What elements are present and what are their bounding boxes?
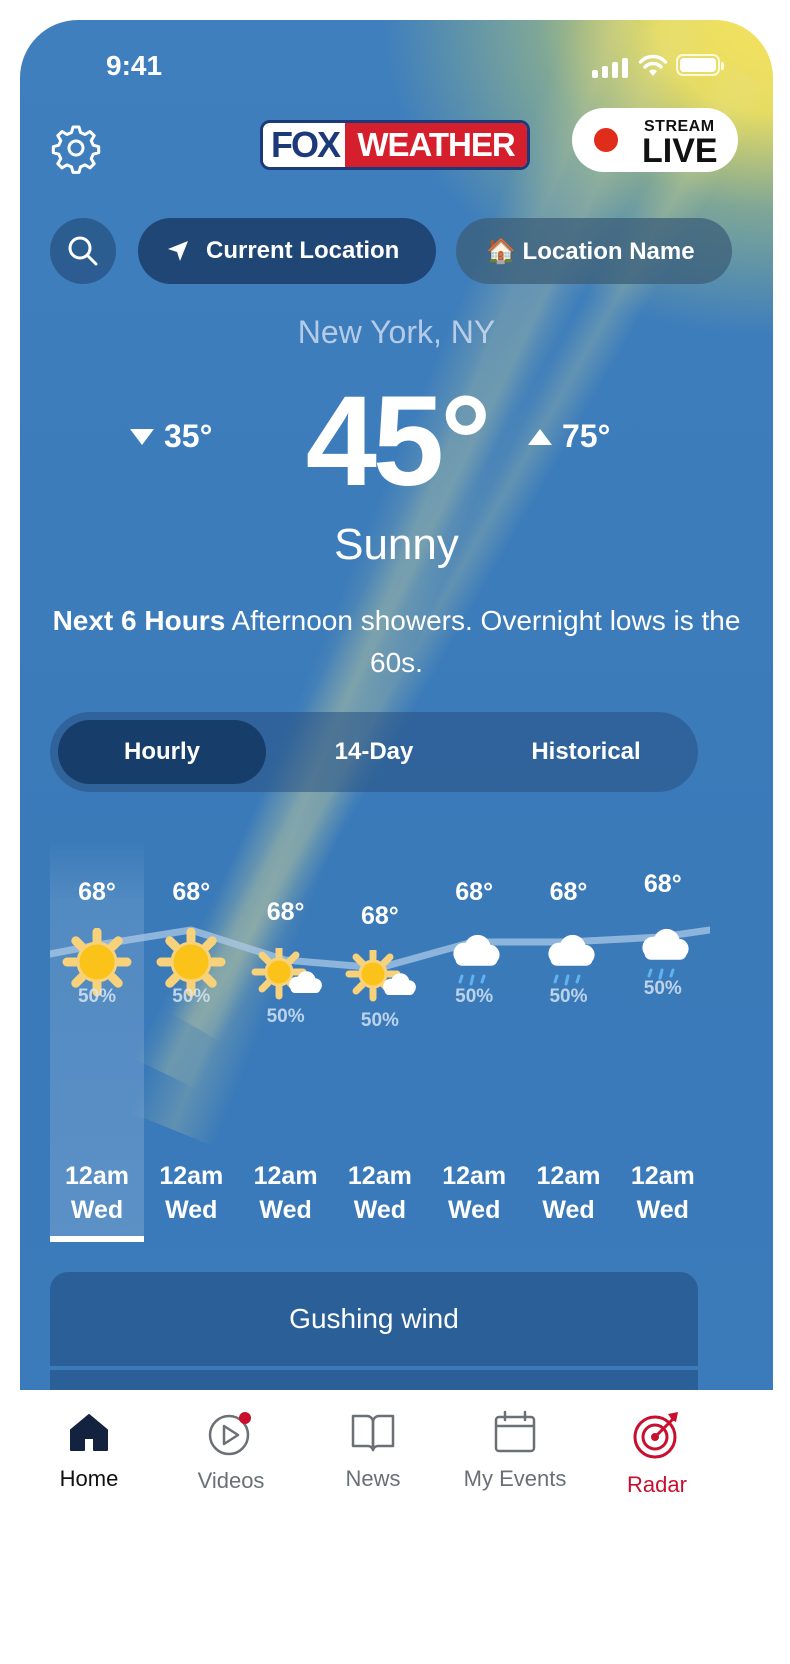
weather-screen: 9:41 FOX WEATHER STREAM LIVE Current Loc… bbox=[20, 20, 773, 1480]
hourly-day: Wed bbox=[542, 1196, 595, 1224]
hourly-temp: 68° bbox=[643, 870, 682, 898]
hourly-precip: 50% bbox=[643, 978, 682, 999]
location-name-label: 🏠 Location Name bbox=[486, 237, 695, 265]
location-arrow-icon bbox=[168, 241, 188, 261]
logo-fox-text: FOX bbox=[263, 124, 346, 166]
nav-home[interactable]: Home bbox=[19, 1410, 159, 1492]
nav-news-label: News bbox=[345, 1466, 401, 1491]
gushing-wind-card[interactable]: Gushing wind bbox=[50, 1272, 698, 1366]
videos-play-icon bbox=[208, 1412, 251, 1456]
hourly-column[interactable]: 68° 50% 12am Wed bbox=[616, 840, 710, 1240]
bottom-navigation: Home Videos News My Events Radar bbox=[0, 1390, 790, 1664]
clock: 9:41 bbox=[106, 50, 163, 81]
hourly-precip: 50% bbox=[77, 986, 117, 1007]
hourly-temp: 68° bbox=[360, 902, 399, 930]
hourly-precip: 50% bbox=[266, 1006, 305, 1027]
nav-home-label: Home bbox=[59, 1466, 119, 1491]
hourly-temp: 68° bbox=[172, 878, 211, 906]
hourly-precip: 50% bbox=[455, 986, 494, 1007]
up-arrow-icon bbox=[528, 428, 552, 445]
news-book-icon bbox=[351, 1414, 395, 1452]
cellular-signal-icon bbox=[592, 58, 628, 78]
nav-news[interactable]: News bbox=[303, 1410, 443, 1492]
hourly-forecast: 68° 50% 12am Wed 68° 50% 12am Wed 68° 50% 12am Wed… bbox=[50, 840, 710, 1242]
hourly-time: 12am bbox=[536, 1162, 601, 1190]
current-location-label: Current Location bbox=[206, 237, 400, 264]
hourly-day: Wed bbox=[259, 1196, 312, 1224]
hourly-column[interactable]: 68° 50% 12am Wed bbox=[239, 840, 333, 1240]
hourly-precip: 50% bbox=[360, 1010, 399, 1031]
search-icon bbox=[68, 236, 98, 266]
current-location-button[interactable]: Current Location bbox=[138, 218, 436, 284]
radar-target-icon bbox=[633, 1412, 678, 1459]
next-hours-label: Next 6 Hours bbox=[52, 605, 226, 636]
hourly-day: Wed bbox=[636, 1196, 689, 1224]
hourly-day: Wed bbox=[165, 1196, 218, 1224]
hourly-temp: 68° bbox=[78, 878, 116, 906]
hourly-time: 12am bbox=[442, 1162, 507, 1190]
condition-text: Sunny bbox=[334, 520, 459, 569]
next-hours-text: Afternoon showers. Overnight lows is the… bbox=[225, 605, 741, 678]
hourly-time: 12am bbox=[630, 1162, 695, 1190]
nav-radar-label: Radar bbox=[627, 1472, 687, 1497]
battery-icon bbox=[676, 54, 724, 76]
fox-weather-logo: FOX WEATHER bbox=[260, 120, 530, 170]
nav-radar[interactable]: Radar bbox=[587, 1410, 727, 1498]
calendar-icon bbox=[494, 1410, 536, 1453]
hourly-day: Wed bbox=[70, 1196, 124, 1224]
hourly-time: 12am bbox=[159, 1162, 224, 1190]
forecast-tabs: Hourly 14-Day Historical bbox=[50, 712, 698, 792]
hourly-column[interactable]: 68° 50% 12am Wed bbox=[144, 840, 238, 1240]
high-temp: 75° bbox=[528, 418, 610, 455]
hourly-day: Wed bbox=[353, 1196, 407, 1224]
hourly-column[interactable]: 68° 50% 12am Wed bbox=[427, 840, 521, 1240]
wind-card-title: Gushing wind bbox=[289, 1303, 459, 1334]
stream-live-button[interactable]: STREAM LIVE bbox=[572, 108, 738, 172]
hourly-time: 12am bbox=[253, 1162, 318, 1190]
hourly-column[interactable]: 68° 50% 12am Wed bbox=[333, 840, 427, 1240]
hourly-temp: 68° bbox=[455, 878, 494, 906]
search-button[interactable] bbox=[50, 218, 116, 284]
hourly-temp: 68° bbox=[549, 878, 588, 906]
current-temperature: 45° bbox=[305, 370, 492, 513]
city-name: New York, NY bbox=[297, 314, 496, 350]
selected-hour-indicator bbox=[50, 1236, 144, 1242]
hourly-column[interactable]: 68° 50% 12am Wed bbox=[522, 840, 616, 1240]
live-dot-icon bbox=[594, 128, 618, 152]
live-label: LIVE bbox=[642, 132, 718, 170]
nav-my-events-label: My Events bbox=[463, 1466, 567, 1491]
high-temp-value: 75° bbox=[562, 418, 611, 454]
nav-my-events[interactable]: My Events bbox=[445, 1410, 585, 1492]
nav-videos[interactable]: Videos bbox=[161, 1410, 301, 1494]
hourly-column[interactable]: 68° 50% 12am Wed bbox=[50, 840, 144, 1240]
tab-hourly[interactable]: Hourly bbox=[58, 720, 266, 784]
tab-historical[interactable]: Historical bbox=[482, 720, 690, 784]
hourly-day: Wed bbox=[448, 1196, 501, 1224]
settings-gear-icon[interactable] bbox=[50, 122, 102, 174]
hourly-precip: 50% bbox=[172, 986, 211, 1007]
next-hours-summary: Next 6 Hours Afternoon showers. Overnigh… bbox=[50, 600, 743, 684]
home-icon bbox=[70, 1414, 108, 1451]
location-name-button[interactable]: 🏠 Location Name bbox=[456, 218, 732, 284]
tab-14-day[interactable]: 14-Day bbox=[270, 720, 478, 784]
hourly-time: 12am bbox=[347, 1162, 412, 1190]
hourly-temp: 68° bbox=[266, 898, 305, 926]
hourly-precip: 50% bbox=[549, 986, 588, 1007]
hourly-time: 12am bbox=[65, 1162, 129, 1190]
status-bar: 9:41 bbox=[20, 20, 773, 110]
logo-weather-text: WEATHER bbox=[345, 123, 527, 167]
wifi-icon bbox=[638, 54, 668, 76]
nav-videos-label: Videos bbox=[197, 1468, 265, 1493]
